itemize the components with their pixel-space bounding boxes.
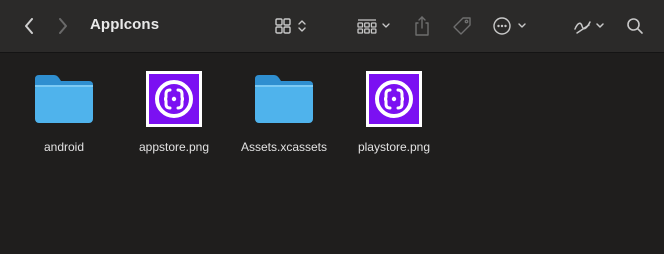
share-button[interactable]	[412, 13, 432, 39]
file-item-assets[interactable]: Assets.xcassets	[229, 67, 339, 154]
file-item-playstore[interactable]: playstore.png	[339, 67, 449, 154]
file-name: playstore.png	[357, 140, 431, 154]
tag-icon	[453, 17, 471, 35]
action-button[interactable]	[491, 13, 531, 39]
markup-pen-icon	[574, 21, 604, 34]
group-by-button[interactable]	[354, 13, 394, 39]
app-logo-icon	[155, 80, 193, 118]
toolbar: AppIcons	[0, 0, 664, 53]
more-actions-icon	[493, 17, 526, 35]
search-button[interactable]	[624, 13, 646, 39]
file-name: android	[43, 140, 85, 154]
window-title: AppIcons	[90, 16, 160, 33]
app-logo-icon	[375, 80, 413, 118]
chevron-left-icon	[25, 18, 33, 34]
group-by-icon	[357, 19, 390, 34]
file-name: appstore.png	[138, 140, 210, 154]
image-thumbnail	[142, 67, 206, 131]
back-button[interactable]	[20, 13, 38, 39]
folder-icon	[32, 67, 96, 131]
image-thumbnail	[362, 67, 426, 131]
forward-button[interactable]	[54, 13, 72, 39]
view-mode-button[interactable]	[272, 13, 314, 39]
share-icon	[415, 16, 429, 36]
file-name: Assets.xcassets	[240, 140, 328, 154]
chevron-right-icon	[59, 18, 67, 34]
tag-button[interactable]	[450, 13, 474, 39]
folder-icon	[252, 67, 316, 131]
file-item-android[interactable]: android	[9, 67, 119, 154]
finder-window: AppIcons android appstore.png Assets.xca…	[0, 0, 664, 254]
file-grid: android appstore.png Assets.xcassets pla…	[0, 53, 664, 254]
search-icon	[627, 18, 643, 34]
grid-view-icon	[275, 18, 306, 34]
markup-button[interactable]	[572, 13, 608, 39]
file-item-appstore[interactable]: appstore.png	[119, 67, 229, 154]
